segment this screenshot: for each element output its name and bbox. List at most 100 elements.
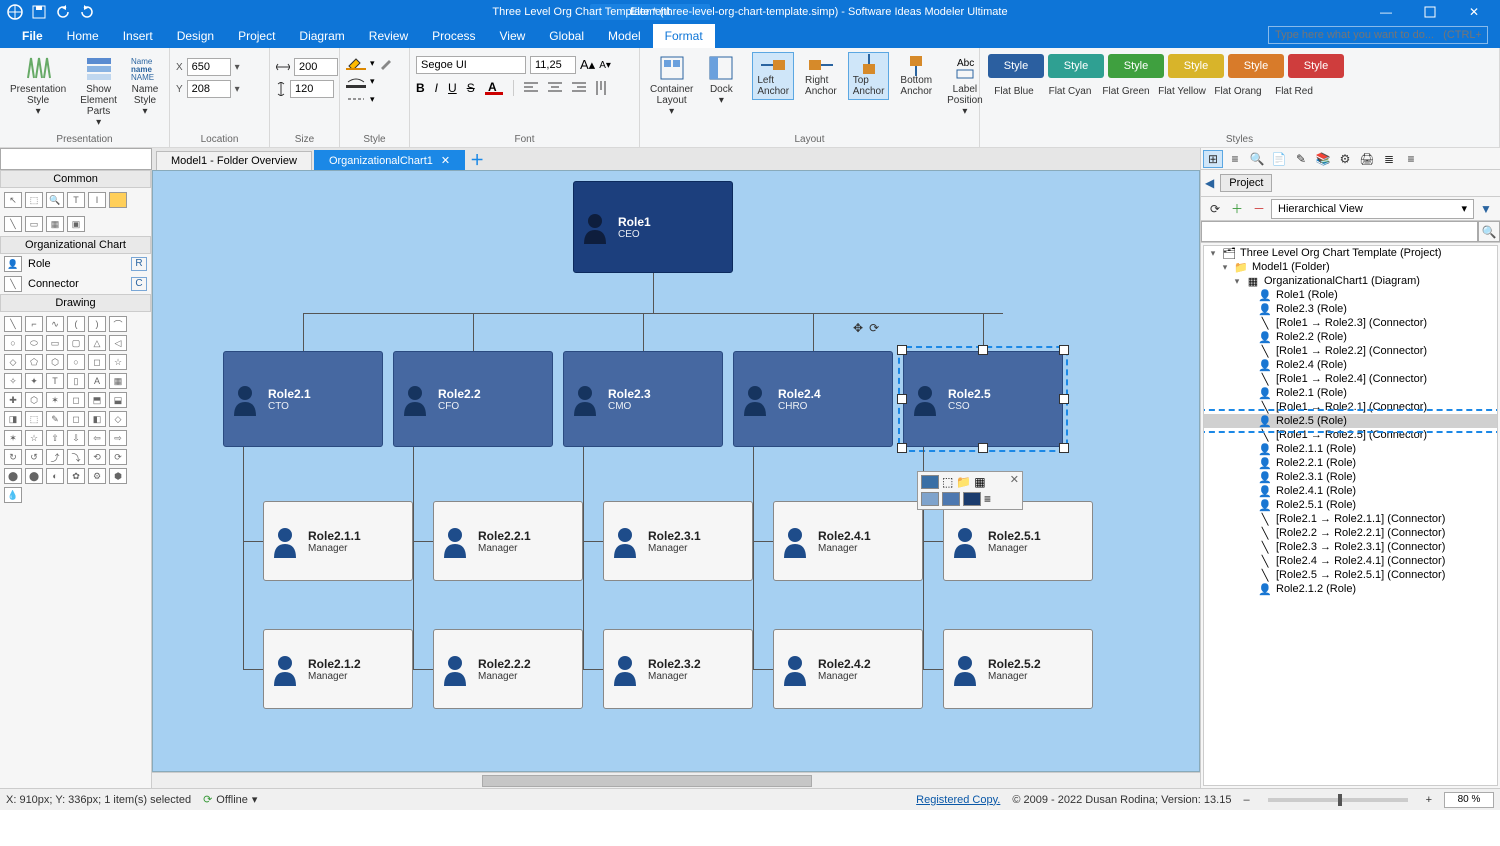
line-tool[interactable]: ╲ <box>4 216 22 232</box>
show-element-parts-button[interactable]: Show Element Parts ▾ <box>76 52 121 130</box>
remove-icon[interactable]: － <box>1249 200 1269 218</box>
drawing-shape-tool[interactable]: ⌒ <box>109 316 127 332</box>
presentation-style-button[interactable]: Presentation Style ▾ <box>6 52 70 119</box>
text-tool[interactable]: T <box>67 192 85 208</box>
drawing-shape-tool[interactable]: ✚ <box>4 392 22 408</box>
close-tab-icon[interactable]: ✕ <box>441 154 450 167</box>
drawing-shape-tool[interactable]: ) <box>88 316 106 332</box>
drawing-shape-tool[interactable]: ◻ <box>88 354 106 370</box>
node-role2-1-2[interactable]: Role2.1.2Manager <box>263 629 413 709</box>
marquee-tool[interactable]: ⬚ <box>25 192 43 208</box>
menu-global[interactable]: Global <box>537 24 596 48</box>
drawing-shape-tool[interactable]: ∿ <box>46 316 64 332</box>
drawing-shape-tool[interactable]: ▢ <box>67 335 85 351</box>
tab-organizational-chart[interactable]: OrganizationalChart1✕ <box>314 150 465 170</box>
node-role2-3-2[interactable]: Role2.3.2Manager <box>603 629 753 709</box>
tree-item[interactable]: ╲[Role2.1 → Role2.1.1] (Connector) <box>1204 512 1497 526</box>
scrollbar-thumb[interactable] <box>482 775 812 787</box>
filter-icon[interactable]: ▼ <box>1476 200 1496 218</box>
pan-tool[interactable]: I <box>88 192 106 208</box>
tree-item[interactable]: ▾🗂Three Level Org Chart Template (Projec… <box>1204 246 1497 260</box>
tree-item[interactable]: ╲[Role1 → Role2.3] (Connector) <box>1204 316 1497 330</box>
height-input[interactable] <box>290 80 334 98</box>
node-role2-2[interactable]: Role2.2CFO <box>393 351 553 447</box>
rect-tool[interactable]: ▭ <box>25 216 43 232</box>
node-role1[interactable]: Role1CEO <box>573 181 733 273</box>
drawing-shape-tool[interactable]: ○ <box>67 354 85 370</box>
project-search-input[interactable] <box>1201 221 1478 242</box>
strike-button[interactable]: S <box>467 81 475 95</box>
rotate-icon[interactable]: ⟳ <box>869 321 879 335</box>
right-anchor-button[interactable]: Right Anchor <box>800 52 842 100</box>
drawing-shape-tool[interactable]: ▯ <box>67 373 85 389</box>
line-style-icon[interactable] <box>346 92 366 106</box>
project-tree[interactable]: ▾🗂Three Level Org Chart Template (Projec… <box>1203 245 1498 786</box>
drawing-shape-tool[interactable]: 💧 <box>4 487 22 503</box>
grid-icon[interactable]: ▦ <box>974 475 985 489</box>
drawing-shape-tool[interactable]: ⤵ <box>67 449 85 465</box>
save-icon[interactable] <box>30 3 48 21</box>
drawing-shape-tool[interactable]: A <box>88 373 106 389</box>
node-role2-5-1[interactable]: Role2.5.1Manager <box>943 501 1093 581</box>
connector-line[interactable] <box>583 541 603 542</box>
zoom-tool[interactable]: 🔍 <box>46 192 64 208</box>
selection-handle[interactable] <box>897 394 907 404</box>
menu-insert[interactable]: Insert <box>111 24 165 48</box>
diagram-canvas[interactable]: Role1CEORole2.1CTORole2.2CFORole2.3CMORo… <box>152 170 1200 772</box>
view-tree-icon[interactable]: ⊞ <box>1203 150 1223 168</box>
drawing-shape-tool[interactable]: ⬡ <box>46 354 64 370</box>
connector-line[interactable] <box>583 447 584 669</box>
drawing-shape-tool[interactable]: ⇦ <box>88 430 106 446</box>
tree-item[interactable]: 👤Role2.1.2 (Role) <box>1204 582 1497 596</box>
drawing-shape-tool[interactable]: ⚙ <box>88 468 106 484</box>
screen-tool[interactable]: ▣ <box>67 216 85 232</box>
drawing-shape-tool[interactable]: ◻ <box>67 392 85 408</box>
style-preset-orange[interactable]: Style <box>1228 54 1284 78</box>
drawing-shape-tool[interactable]: ✿ <box>67 468 85 484</box>
bold-button[interactable]: B <box>416 81 425 95</box>
tree-item[interactable]: ▾▦OrganizationalChart1 (Diagram) <box>1204 274 1497 288</box>
node-role2-2-1[interactable]: Role2.2.1Manager <box>433 501 583 581</box>
drawing-shape-tool[interactable]: ⬭ <box>25 335 43 351</box>
drawing-shape-tool[interactable]: ⬓ <box>109 392 127 408</box>
refresh-icon[interactable]: ⟳ <box>1205 200 1225 218</box>
tree-item[interactable]: 👤Role2.2 (Role) <box>1204 330 1497 344</box>
drawing-shape-tool[interactable]: ◇ <box>109 411 127 427</box>
drawing-shape-tool[interactable]: ⇩ <box>67 430 85 446</box>
menu-home[interactable]: Home <box>55 24 111 48</box>
menu-file[interactable]: File <box>10 24 55 48</box>
zoom-input[interactable] <box>1444 792 1494 808</box>
connector-line[interactable] <box>473 313 474 351</box>
export-icon[interactable]: 📄 <box>1269 150 1289 168</box>
move-icon[interactable]: ✥ <box>853 321 863 335</box>
underline-button[interactable]: U <box>448 81 457 95</box>
align-center-icon[interactable] <box>548 82 562 94</box>
drawing-shape-tool[interactable]: ⬚ <box>25 411 43 427</box>
h-scrollbar[interactable] <box>152 772 1200 788</box>
drawing-shape-tool[interactable]: ╲ <box>4 316 22 332</box>
tree-item[interactable]: 👤Role2.3 (Role) <box>1204 302 1497 316</box>
search-icon[interactable]: 🔍 <box>1478 221 1500 242</box>
swatch[interactable] <box>963 492 981 506</box>
node-role2-4-2[interactable]: Role2.4.2Manager <box>773 629 923 709</box>
connector-line[interactable] <box>243 669 263 670</box>
maximize-button[interactable] <box>1408 1 1452 23</box>
align-right-icon[interactable] <box>572 82 586 94</box>
node-role2-1[interactable]: Role2.1CTO <box>223 351 383 447</box>
bottom-anchor-button[interactable]: Bottom Anchor <box>895 52 937 100</box>
hatch-icon[interactable]: ≡ <box>984 492 991 506</box>
drawing-shape-tool[interactable]: ✧ <box>4 373 22 389</box>
tree-item[interactable]: ╲[Role2.3 → Role2.3.1] (Connector) <box>1204 540 1497 554</box>
layers-icon[interactable]: ≣ <box>1379 150 1399 168</box>
drawing-shape-tool[interactable]: ☆ <box>109 354 127 370</box>
swatch[interactable] <box>921 475 939 489</box>
tree-item[interactable]: ╲[Role1 → Role2.2] (Connector) <box>1204 344 1497 358</box>
drawing-shape-tool[interactable]: ⬒ <box>88 392 106 408</box>
drawing-shape-tool[interactable]: ✶ <box>4 430 22 446</box>
command-search-input[interactable] <box>1268 26 1488 44</box>
width-input[interactable] <box>294 58 338 76</box>
note-tool[interactable] <box>109 192 127 208</box>
drawing-shape-tool[interactable]: ☆ <box>25 430 43 446</box>
font-size-combo[interactable] <box>530 56 576 74</box>
connector-line[interactable] <box>753 541 773 542</box>
